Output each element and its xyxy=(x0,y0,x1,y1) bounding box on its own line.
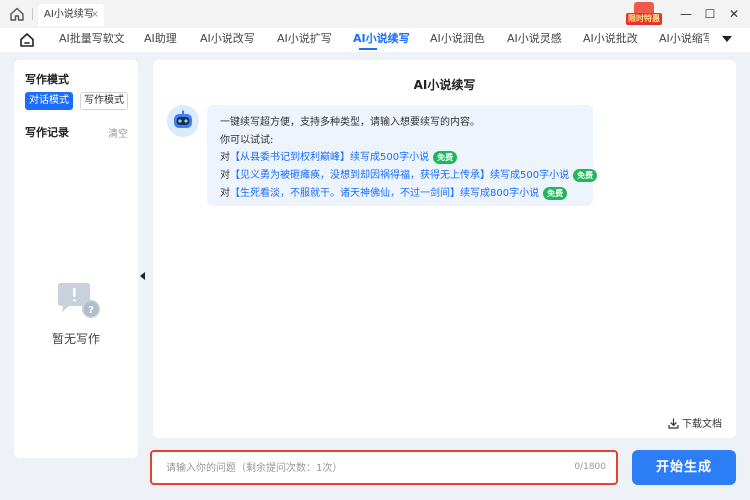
tab-novel-expand[interactable]: AI小说扩写 xyxy=(277,28,332,52)
mode-title: 写作模式 xyxy=(25,73,69,86)
free-badge: 免费 xyxy=(433,150,458,164)
try-label: 你可以试试: xyxy=(220,135,274,146)
collapse-sidebar-icon[interactable] xyxy=(140,272,145,280)
tab-novel-inspiration[interactable]: AI小说灵感 xyxy=(507,28,562,52)
window-tab[interactable]: AI小说续写 × xyxy=(38,4,104,26)
dialog-mode-button[interactable]: 对话模式 xyxy=(25,92,73,110)
example-title-link[interactable]: 【见义勇为被砸瘫痪，没想到却因祸得福，获得无上传承】 xyxy=(230,170,490,181)
page-title: AI小说续写 xyxy=(413,78,476,92)
intro-text: 一键续写超方便，支持多种类型，请输入想要续写的内容。 xyxy=(220,117,480,128)
chat-panel: AI小说续写 一键续写超方便，支持多种类型，请输入想要续写的内容。 你可以试试:… xyxy=(153,60,736,438)
left-panel: 写作模式 对话模式 写作模式 写作记录 清空 ? 暂无写作 xyxy=(14,60,138,458)
tab-novel-polish[interactable]: AI小说润色 xyxy=(430,28,485,52)
example-prefix: 对 xyxy=(220,188,230,199)
question-input-box: 0/1800 xyxy=(150,450,618,485)
window-tab-label: AI小说续写 xyxy=(44,9,94,20)
example-suffix: 续写成800字小说 xyxy=(460,188,540,199)
tab-close-icon[interactable]: × xyxy=(91,4,99,26)
download-label: 下载文档 xyxy=(682,419,722,430)
home-nav-icon[interactable] xyxy=(19,32,35,48)
example-title-link[interactable]: 【生死看淡，不服就干。诸天神佛仙，不过一剑间】 xyxy=(230,188,460,199)
close-button[interactable]: ✕ xyxy=(725,5,743,23)
empty-chat-icon: ? xyxy=(58,283,100,318)
feature-nav: AI批量写软文 AI助理 AI小说改写 AI小说扩写 AI小说续写 AI小说润色… xyxy=(0,28,750,52)
start-generate-button[interactable]: 开始生成 xyxy=(632,450,736,485)
example-suffix: 续写成500字小说 xyxy=(350,152,430,163)
title-bar: AI小说续写 × 限时特惠 — ☐ ✕ xyxy=(0,0,750,28)
example-suffix: 续写成500字小说 xyxy=(490,170,570,181)
active-tab-indicator xyxy=(359,48,377,50)
record-title: 写作记录 xyxy=(25,126,69,139)
example-title-link[interactable]: 【从县委书记到权利巅峰】 xyxy=(230,152,350,163)
home-icon[interactable] xyxy=(9,6,25,22)
example-item[interactable]: 对【生死看淡，不服就干。诸天神佛仙，不过一剑间】续写成800字小说 免费 xyxy=(220,184,568,200)
free-badge: 免费 xyxy=(543,186,568,200)
writing-mode-button[interactable]: 写作模式 xyxy=(80,92,128,110)
download-doc-button[interactable]: 下载文档 xyxy=(668,415,722,430)
tab-novel-abridge[interactable]: AI小说缩写 xyxy=(659,28,709,52)
empty-state-text: 暂无写作 xyxy=(51,332,100,346)
tab-novel-review[interactable]: AI小说批改 xyxy=(583,28,638,52)
download-icon xyxy=(668,418,679,429)
svg-text:?: ? xyxy=(88,305,94,316)
example-item[interactable]: 对【见义勇为被砸瘫痪，没想到却因祸得福，获得无上传承】续写成500字小说 免费 xyxy=(220,166,598,182)
title-separator xyxy=(32,8,33,20)
minimize-button[interactable]: — xyxy=(677,5,695,23)
example-prefix: 对 xyxy=(220,170,230,181)
question-input[interactable] xyxy=(166,459,546,477)
tab-novel-rewrite[interactable]: AI小说改写 xyxy=(200,28,255,52)
robot-avatar-icon xyxy=(167,105,199,137)
maximize-button[interactable]: ☐ xyxy=(701,5,719,23)
tab-batch-article[interactable]: AI批量写软文 xyxy=(59,28,125,52)
promo-badge[interactable]: 限时特惠 xyxy=(624,2,664,26)
promo-label: 限时特惠 xyxy=(626,13,662,25)
example-item[interactable]: 对【从县委书记到权利巅峰】续写成500字小说 免费 xyxy=(220,148,458,164)
char-counter: 0/1800 xyxy=(574,462,606,472)
tab-assistant[interactable]: AI助理 xyxy=(144,28,177,52)
caret-down-icon[interactable] xyxy=(722,36,732,42)
assistant-message: 一键续写超方便，支持多种类型，请输入想要续写的内容。 你可以试试: 对【从县委书… xyxy=(207,105,598,206)
example-prefix: 对 xyxy=(220,152,230,163)
clear-records-button[interactable]: 清空 xyxy=(108,125,128,140)
free-badge: 免费 xyxy=(573,168,598,182)
